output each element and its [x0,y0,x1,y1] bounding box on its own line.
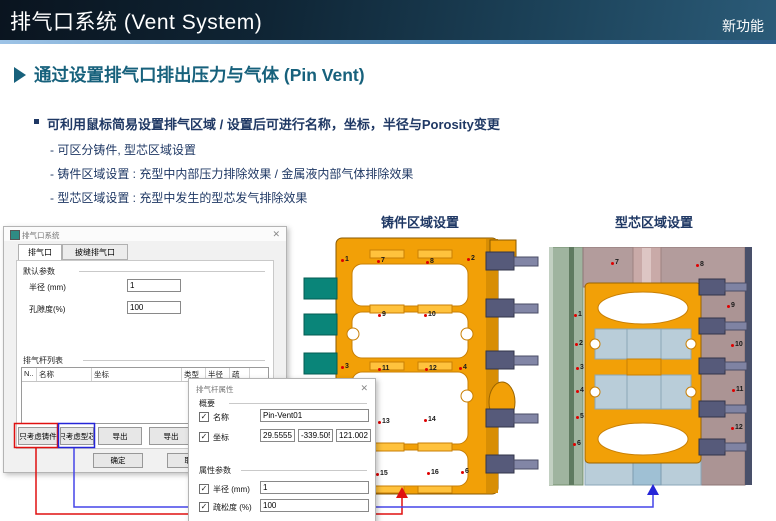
export-button-2[interactable]: 导出 [149,427,193,445]
porosity-checkbox[interactable] [199,502,209,512]
vent-pin-property-dialog: 排气杆属性 ✕ 概要 名称 坐标 属性参数 半径 (mm) 疏松度 (%) [188,378,376,521]
close-icon[interactable]: ✕ [360,383,368,394]
vent-point-11: 11 [378,365,389,372]
vent-point-2: 2 [467,255,475,262]
vent-point-8: 8 [426,258,434,265]
vent-point-10: 10 [731,341,743,348]
new-feature-badge: 新功能 [722,16,764,36]
vent-point-5: 5 [576,413,584,420]
vent-point-3: 3 [341,363,349,370]
ok-button[interactable]: 确定 [93,453,143,468]
radius-checkbox[interactable] [199,484,209,494]
header-bar: 排气口系统 (Vent System) 新功能 [0,0,776,40]
porosity-input[interactable] [127,301,181,314]
name-label: 名称 [213,412,229,423]
porosity-label: 疏松度 (%) [213,502,252,513]
vent-point-4: 4 [576,387,584,394]
vent-point-7: 7 [377,257,385,264]
coord-y-input[interactable] [298,429,333,442]
bullet-main-text: 可利用鼠标简易设置排气区域 / 设置后可进行名称，坐标，半径与Porosity变… [47,114,500,133]
sub-bullet-1: - 可区分铸件, 型芯区域设置 [50,141,196,158]
section-heading: 通过设置排气口排出压力与气体 (Pin Vent) [14,62,365,87]
group-divider [229,403,367,404]
radius-input[interactable] [260,481,369,494]
app-icon [10,230,20,240]
caption-casting-region: 铸件区域设置 [300,212,540,231]
slide: 排气口系统 (Vent System) 新功能 通过设置排气口排出压力与气体 (… [0,0,776,521]
page-title: 排气口系统 (Vent System) [10,6,262,36]
name-input[interactable] [260,409,369,422]
group-divider [79,271,265,272]
vent-point-10: 10 [424,311,436,318]
vent-point-13: 13 [378,418,390,425]
triangle-bullet-icon [14,67,26,83]
porosity-input[interactable] [260,499,369,512]
vent-point-7: 7 [611,259,619,266]
square-bullet-icon [34,119,39,124]
vent-point-15: 15 [376,470,388,477]
coord-z-input[interactable] [336,429,371,442]
name-checkbox[interactable] [199,412,209,422]
vent-point-8: 8 [696,261,704,268]
caption-core-region: 型芯区域设置 [548,212,760,231]
group-summary: 概要 [199,398,215,409]
vent-point-9: 9 [378,311,386,318]
col-name: 名称 [37,368,92,381]
tab-flash-vent[interactable]: 披缝排气口 [62,244,128,260]
radius-input[interactable] [127,279,181,292]
vent-point-12: 12 [425,365,437,372]
vent-point-9: 9 [727,302,735,309]
core-model-view: 781234569101112 [549,247,761,487]
radius-label: 半径 (mm) [29,282,66,293]
porosity-label: 孔隙度(%) [29,304,65,315]
group-divider [241,470,367,471]
vent-point-12: 12 [731,424,743,431]
vent-point-16: 16 [427,469,439,476]
col-no: N.. [22,368,37,381]
prop-dialog-title: 排气杆属性 [196,384,234,395]
export-button-1[interactable]: 导出 [98,427,142,445]
sub-bullet-3: - 型芯区域设置 : 充型中发生的型芯发气排除效果 [50,189,307,206]
tab-vent[interactable]: 排气口 [18,244,62,260]
vent-point-1: 1 [574,311,582,318]
vent-point-6: 6 [461,468,469,475]
casting-only-button[interactable]: 只考虑铸件 [18,427,58,445]
vent-point-6: 6 [573,440,581,447]
coord-x-input[interactable] [260,429,295,442]
coord-label: 坐标 [213,432,229,443]
group-params: 属性参数 [199,465,231,476]
sub-bullet-2: - 铸件区域设置 : 充型中内部压力排除效果 / 金属液内部气体排除效果 [50,165,413,182]
vent-point-14: 14 [424,416,436,423]
header-divider [0,40,776,44]
vent-point-3: 3 [576,364,584,371]
vent-dialog-title: 排气口系统 [22,230,60,241]
vent-point-1: 1 [341,256,349,263]
col-coord: 坐标 [92,368,182,381]
coord-checkbox[interactable] [199,432,209,442]
core-only-button[interactable]: 只考虑型芯 [60,427,94,445]
group-divider [83,360,265,361]
vent-point-2: 2 [575,340,583,347]
group-default-params: 默认参数 [23,266,55,277]
close-icon[interactable]: ✕ [272,229,280,240]
vent-dialog-titlebar[interactable]: 排气口系统 ✕ [4,227,286,241]
section-heading-text: 通过设置排气口排出压力与气体 (Pin Vent) [34,62,365,87]
radius-label: 半径 (mm) [213,484,250,495]
vent-point-11: 11 [732,386,743,393]
vent-point-4: 4 [459,364,467,371]
group-vent-list: 排气杆列表 [23,355,63,366]
bullet-main: 可利用鼠标简易设置排气区域 / 设置后可进行名称，坐标，半径与Porosity变… [34,114,500,133]
